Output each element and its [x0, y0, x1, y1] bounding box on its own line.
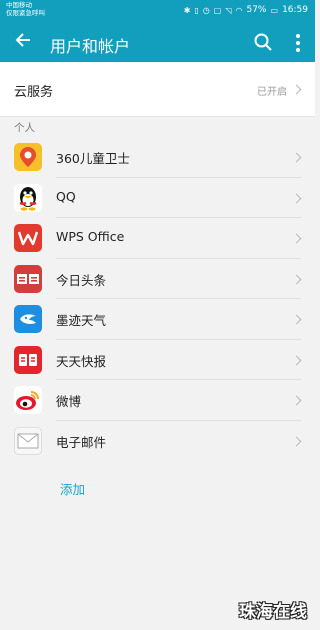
account-name: 电子邮件: [56, 434, 107, 450]
status-icons: ✱ ▯ ◷ ▢ ◹ ◠ 57% ▭ 16:59: [184, 5, 308, 15]
battery-icon: ▭: [270, 5, 279, 15]
qq-penguin-icon: [14, 183, 42, 212]
clock: 16:59: [282, 5, 308, 15]
toutiao-icon: [14, 264, 42, 293]
settings-content: 云服务 已开启 个人 360儿童卫士 QQ WPS Office 今日头条 墨迹…: [0, 62, 315, 630]
wifi-icon: ◠: [235, 5, 243, 15]
chevron-right-icon: [291, 233, 302, 244]
chevron-right-icon: [291, 314, 302, 325]
chevron-right-icon: [291, 193, 302, 203]
account-name: WPS Office: [56, 229, 125, 244]
bluetooth-icon: ✱: [183, 5, 191, 15]
account-name: 微博: [56, 394, 82, 409]
vibrate-icon: ▯: [194, 5, 199, 15]
account-row-weather[interactable]: 墨迹天气: [0, 299, 315, 340]
kuaibao-icon: [14, 345, 42, 374]
alarm-icon: ◷: [202, 5, 210, 15]
account-row-qq[interactable]: QQ: [0, 178, 315, 218]
chevron-right-icon: [291, 152, 302, 163]
battery-percent: 57%: [246, 5, 267, 15]
account-name: 墨迹天气: [56, 313, 107, 328]
chevron-right-icon: [291, 355, 302, 365]
weibo-icon: [14, 386, 42, 414]
app-bar: 用户和帐户: [0, 24, 315, 62]
cloud-service-row[interactable]: 云服务 已开启: [0, 62, 315, 117]
more-options-icon[interactable]: [294, 33, 302, 53]
chevron-right-icon: [291, 395, 302, 406]
chevron-right-icon: [291, 84, 302, 95]
account-row-email[interactable]: 电子邮件: [0, 421, 315, 462]
nfc-icon: ▢: [213, 5, 222, 15]
emergency-only-text: 仅限紧急呼叫: [6, 9, 45, 17]
carrier-info: 中国移动 仅限紧急呼叫: [6, 1, 45, 17]
account-row-kuaibao[interactable]: 天天快报: [0, 340, 315, 380]
account-row-360[interactable]: 360儿童卫士: [0, 137, 315, 178]
page-title: 用户和帐户: [50, 37, 131, 56]
chevron-right-icon: [291, 436, 302, 446]
child-guard-icon: [14, 143, 42, 171]
account-name: 360儿童卫士: [56, 151, 130, 166]
account-list: 360儿童卫士 QQ WPS Office 今日头条 墨迹天气 天天快报 微博 …: [0, 137, 315, 461]
account-row-toutiao[interactable]: 今日头条: [0, 259, 315, 299]
status-bar: 中国移动 仅限紧急呼叫 ✱ ▯ ◷ ▢ ◹ ◠ 57% ▭ 16:59: [0, 0, 315, 24]
account-row-weibo[interactable]: 微博: [0, 380, 315, 421]
account-row-wps[interactable]: WPS Office: [0, 218, 315, 259]
cloud-service-label: 云服务: [14, 85, 54, 100]
email-icon: [14, 426, 42, 455]
account-name: 今日头条: [56, 272, 107, 288]
account-name: QQ: [56, 188, 76, 204]
account-name: 天天快报: [56, 353, 107, 369]
cloud-service-state: 已开启: [257, 87, 287, 98]
add-account-button[interactable]: 添加: [60, 479, 85, 498]
carrier-name: 中国移动: [6, 1, 32, 9]
wps-icon: [14, 224, 42, 252]
watermark: 珠海在线: [239, 602, 307, 622]
signal-off-icon: ◹: [225, 5, 232, 15]
weather-icon: [14, 305, 42, 333]
chevron-right-icon: [291, 274, 302, 284]
back-arrow-icon[interactable]: [14, 31, 32, 52]
search-icon[interactable]: [253, 32, 273, 52]
section-header-personal: 个人: [0, 117, 315, 137]
